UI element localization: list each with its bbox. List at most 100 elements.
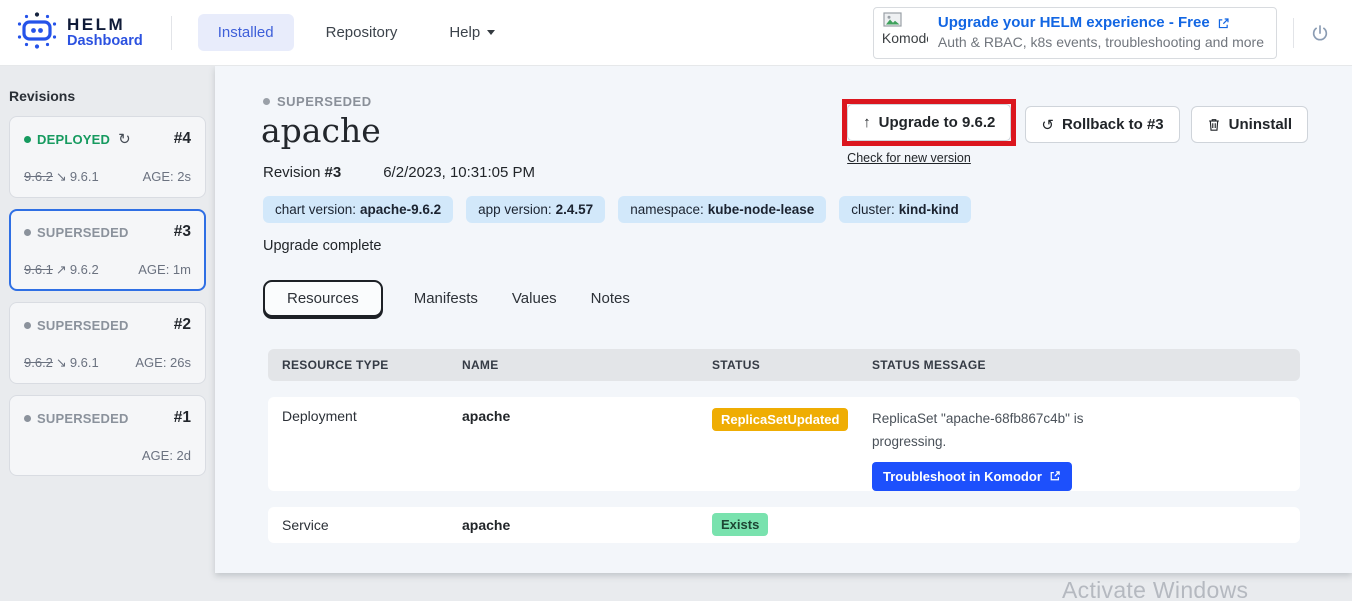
- shutdown-button[interactable]: [1310, 21, 1336, 44]
- annotation-highlight-box: ↑ Upgrade to 9.6.2: [842, 99, 1016, 146]
- revision-versions: 9.6.2↘9.6.1: [24, 355, 99, 371]
- revision-versions: 9.6.1↗9.6.2: [24, 262, 99, 278]
- release-actions: ↑ Upgrade to 9.6.2 Check for new version…: [844, 106, 1308, 165]
- status-message-cell: ReplicaSet "apache-68fb867c4b" is progre…: [858, 408, 1300, 491]
- chip-value: kube-node-lease: [708, 202, 815, 217]
- redeploy-icon[interactable]: ↻: [118, 130, 131, 148]
- tab-notes[interactable]: Notes: [574, 281, 647, 316]
- status-message-text: ReplicaSet "apache-68fb867c4b" is progre…: [872, 408, 1117, 454]
- release-detail-panel: SUPERSEDED apache Revision#3 6/2/2023, 1…: [215, 66, 1352, 573]
- revision-number: #2: [174, 316, 191, 334]
- activate-windows-watermark: Activate Windows: [1062, 577, 1248, 601]
- metadata-chip: cluster: kind-kind: [839, 196, 971, 223]
- revision-status-text: SUPERSEDED: [37, 318, 129, 333]
- arrow-down-icon: ↘: [56, 169, 67, 184]
- tab-values[interactable]: Values: [495, 281, 574, 316]
- new-version: 9.6.1: [70, 355, 99, 370]
- revision-versions: 9.6.2↘9.6.1: [24, 169, 99, 185]
- troubleshoot-label: Troubleshoot in Komodor: [883, 469, 1042, 484]
- status-dot-icon: [24, 415, 31, 422]
- revision-status: SUPERSEDED: [24, 318, 129, 333]
- table-row: Serviceapache Exists: [268, 507, 1300, 543]
- status-dot-icon: [24, 229, 31, 236]
- caret-down-icon: [487, 30, 495, 35]
- broken-image-icon: [883, 12, 903, 29]
- tab-resources[interactable]: Resources: [263, 280, 383, 317]
- release-meta: Revision#3 6/2/2023, 10:31:05 PM: [263, 164, 535, 181]
- revision-number: #1: [174, 409, 191, 427]
- power-divider: [1293, 18, 1294, 48]
- arrow-up-icon: ↗: [56, 262, 67, 277]
- release-title: apache: [261, 111, 381, 150]
- release-status-note: Upgrade complete: [263, 238, 382, 254]
- chip-label: cluster:: [851, 202, 895, 217]
- external-link-icon: [1217, 17, 1230, 30]
- status-badge: Exists: [712, 513, 768, 536]
- rollback-icon: ↺: [1041, 116, 1054, 134]
- nav-items: Installed Repository Help: [198, 14, 515, 51]
- resource-status-cell: Exists: [698, 513, 858, 536]
- revision-status-text: SUPERSEDED: [37, 225, 129, 240]
- status-dot-icon: [263, 98, 270, 105]
- upgrade-button[interactable]: ↑ Upgrade to 9.6.2: [847, 104, 1011, 141]
- revision-number: #4: [174, 130, 191, 148]
- navbar-divider: [171, 16, 172, 50]
- nav-item-repository[interactable]: Repository: [306, 14, 418, 51]
- resource-status-cell: ReplicaSetUpdated: [698, 408, 858, 431]
- rollback-button[interactable]: ↺ Rollback to #3: [1025, 106, 1179, 143]
- resource-name-cell: apache: [448, 408, 698, 424]
- promo-upgrade-link[interactable]: Upgrade your HELM experience - Free: [938, 13, 1264, 33]
- revision-age: AGE: 2s: [143, 169, 191, 185]
- helm-dashboard-screen: HELM Dashboard Installed Repository Help K…: [0, 0, 1352, 601]
- komodor-promo-banner: Komodor Upgrade your HELM experience - F…: [873, 7, 1277, 59]
- resource-type-cell: Service: [268, 517, 448, 533]
- resource-name-cell: apache: [448, 517, 698, 533]
- brand-title: HELM: [67, 16, 143, 34]
- upgrade-arrow-icon: ↑: [863, 114, 871, 131]
- revision-status: SUPERSEDED: [24, 411, 129, 426]
- external-link-icon: [1049, 470, 1061, 482]
- top-navbar: HELM Dashboard Installed Repository Help K…: [0, 0, 1352, 66]
- column-header: NAME: [448, 358, 698, 372]
- nav-item-installed[interactable]: Installed: [198, 14, 294, 51]
- troubleshoot-button[interactable]: Troubleshoot in Komodor: [872, 462, 1072, 491]
- brand-subtitle: Dashboard: [67, 34, 143, 49]
- navbar-right: Komodor Upgrade your HELM experience - F…: [873, 7, 1336, 59]
- revision-age: AGE: 26s: [135, 355, 191, 371]
- revision-age: AGE: 1m: [138, 262, 191, 278]
- revision-age: AGE: 2d: [142, 448, 191, 463]
- chip-value: kind-kind: [899, 202, 959, 217]
- old-version: 9.6.1: [24, 262, 53, 277]
- revision-status-text: DEPLOYED: [37, 132, 110, 147]
- revision-card[interactable]: DEPLOYED ↻ #4 9.6.2↘9.6.1 AGE: 2s: [9, 116, 206, 198]
- old-version: 9.6.2: [24, 169, 53, 184]
- release-date: 6/2/2023, 10:31:05 PM: [383, 164, 535, 181]
- power-icon: [1310, 23, 1330, 44]
- revision-card[interactable]: SUPERSEDED#39.6.1↗9.6.2AGE: 1m: [9, 209, 206, 291]
- brand-logo[interactable]: HELM Dashboard: [16, 10, 143, 55]
- komodor-broken-image: Komodor: [882, 11, 928, 55]
- revision-card[interactable]: SUPERSEDED #2 9.6.2↘9.6.1 AGE: 26s: [9, 302, 206, 384]
- revision-status: DEPLOYED ↻: [24, 130, 131, 148]
- arrow-down-icon: ↘: [56, 355, 67, 370]
- column-header: STATUS: [698, 358, 858, 372]
- revisions-heading: Revisions: [9, 88, 215, 104]
- helm-robot-icon: [16, 10, 58, 55]
- release-chips: chart version:apache-9.6.2app version:2.…: [263, 196, 971, 223]
- table-row: DeploymentapacheReplicaSetUpdatedReplica…: [268, 397, 1300, 491]
- status-badge: ReplicaSetUpdated: [712, 408, 848, 431]
- tab-manifests[interactable]: Manifests: [397, 281, 495, 316]
- release-tabs: Resources ManifestsValuesNotes: [263, 280, 647, 317]
- promo-title-text: Upgrade your HELM experience - Free: [938, 13, 1210, 33]
- nav-item-help[interactable]: Help: [429, 14, 515, 51]
- revisions-sidebar: Revisions DEPLOYED↻#49.6.2↘9.6.1AGE: 2sS…: [0, 66, 215, 601]
- promo-subtitle: Auth & RBAC, k8s events, troubleshooting…: [938, 33, 1264, 52]
- check-new-version-link[interactable]: Check for new version: [847, 151, 1014, 165]
- uninstall-button[interactable]: Uninstall: [1191, 106, 1308, 143]
- status-dot-icon: [24, 136, 31, 143]
- chip-label: app version:: [478, 202, 552, 217]
- resources-table: RESOURCE TYPENAMESTATUSSTATUS MESSAGE De…: [268, 349, 1300, 543]
- chip-label: chart version:: [275, 202, 356, 217]
- chip-value: 2.4.57: [556, 202, 594, 217]
- revision-card[interactable]: SUPERSEDED #1 AGE: 2d: [9, 395, 206, 476]
